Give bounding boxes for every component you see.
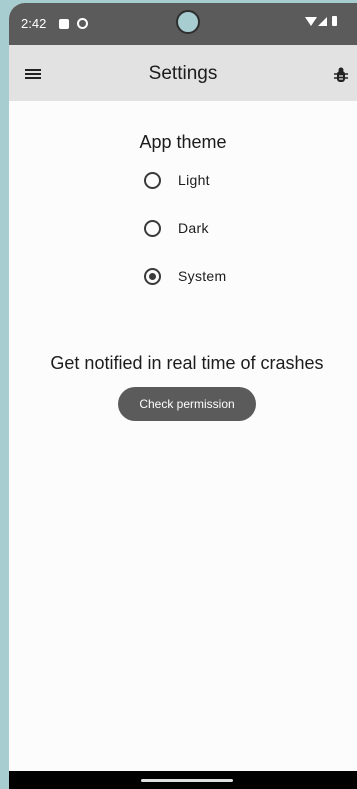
theme-option-label: System <box>178 268 227 284</box>
bug-icon[interactable] <box>334 67 348 83</box>
sync-icon <box>77 18 88 29</box>
wifi-icon <box>305 17 317 26</box>
sd-card-icon <box>59 19 69 29</box>
check-permission-button[interactable]: Check permission <box>118 387 256 421</box>
theme-section-title: App theme <box>139 132 227 152</box>
radio-system[interactable] <box>144 267 161 285</box>
radio-dark[interactable] <box>144 219 161 237</box>
theme-option-system[interactable]: System <box>144 264 226 288</box>
status-time: 2:42 <box>21 16 47 31</box>
signal-icon <box>318 17 327 26</box>
top-app-bar: Settings <box>9 45 357 101</box>
notifications-description: Get notified in real time of crashes <box>50 353 324 373</box>
navigation-bar <box>9 771 357 789</box>
status-bar: 2:42 <box>9 3 357 45</box>
theme-option-label: Light <box>178 172 210 188</box>
theme-option-dark[interactable]: Dark <box>144 216 209 240</box>
theme-option-light[interactable]: Light <box>144 168 210 192</box>
radio-light[interactable] <box>144 171 161 189</box>
camera-cutout <box>176 10 200 34</box>
battery-icon <box>332 16 337 26</box>
theme-option-label: Dark <box>178 220 209 236</box>
gesture-handle[interactable] <box>141 779 233 782</box>
phone-screen: 2:42 Settings App theme Light Dark Syste… <box>9 3 357 789</box>
page-title: Settings <box>148 63 218 84</box>
